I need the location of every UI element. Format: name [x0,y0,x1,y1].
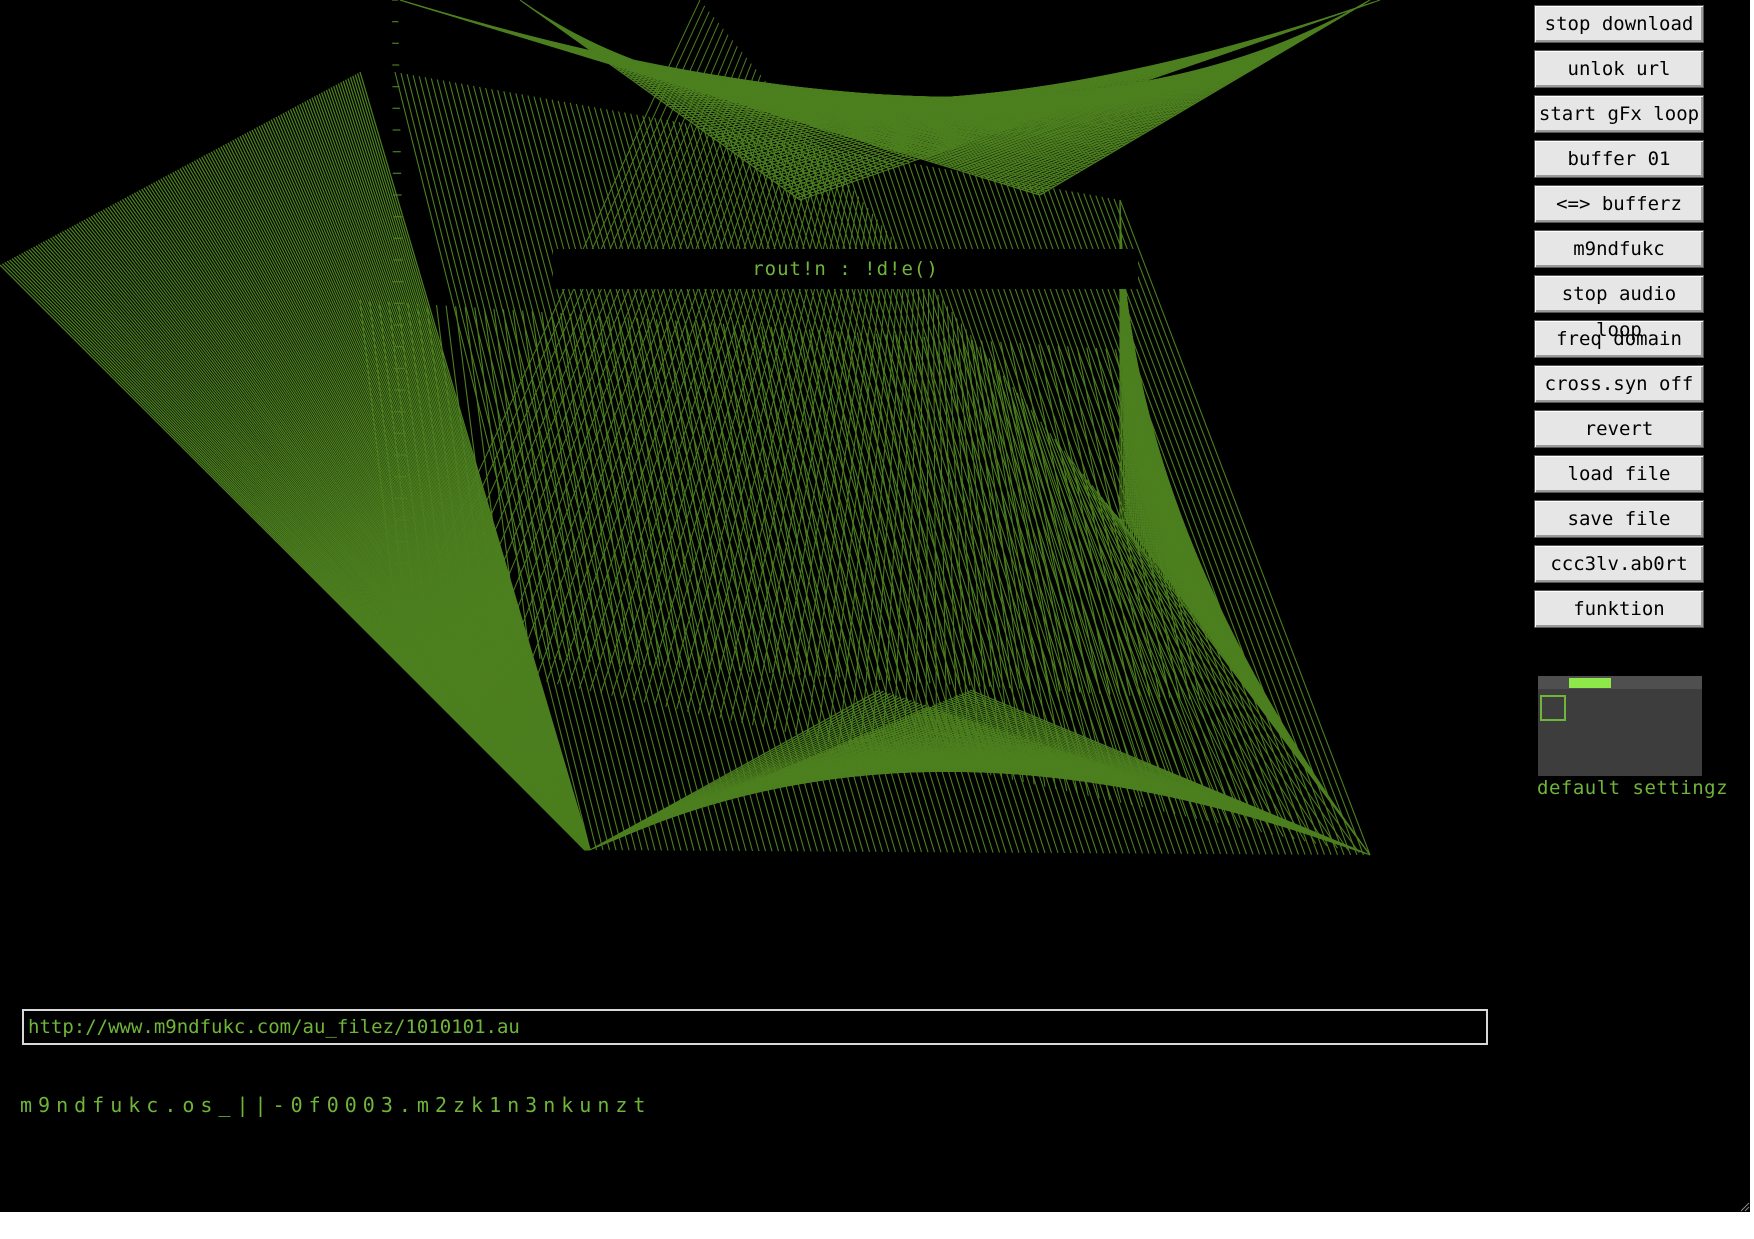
stop-audio-loop-button[interactable]: stop audio loop [1534,275,1704,341]
footer-signature: m9ndfukc.os_||-0f0003.m2zk1n3nkunzt [20,1093,652,1117]
revert-button[interactable]: revert [1534,410,1704,448]
settings-slider-thumb[interactable] [1569,678,1611,688]
buffer-button[interactable]: buffer 01 [1534,140,1704,178]
settings-panel [1538,676,1702,776]
cross-syn-button[interactable]: cross.syn off [1534,365,1704,403]
funktion-button[interactable]: funktion [1534,590,1704,628]
unlok-url-button[interactable]: unlok url [1534,50,1704,88]
resize-grip-icon[interactable] [1736,1198,1750,1212]
save-file-button[interactable]: save file [1534,500,1704,538]
start-gfx-loop-button[interactable]: start gFx loop [1534,95,1704,133]
m9ndfukc-button[interactable]: m9ndfukc [1534,230,1704,268]
settings-checkbox[interactable] [1540,695,1566,721]
stop-download-button[interactable]: stop download [1534,5,1704,43]
freq-domain-button[interactable]: freq domain [1534,320,1704,358]
swap-bufferz-button[interactable]: <=> bufferz [1534,185,1704,223]
control-panel: stop download unlok url start gFx loop b… [1534,5,1706,635]
settings-slider-track[interactable] [1538,676,1702,689]
url-input[interactable] [22,1009,1488,1045]
load-file-button[interactable]: load file [1534,455,1704,493]
status-text: rout!n : !d!e() [553,249,1138,289]
abort-button[interactable]: ccc3lv.ab0rt [1534,545,1704,583]
default-settings-link[interactable]: default settingz [1537,777,1728,799]
app-window: rout!n : !d!e() stop download unlok url … [0,0,1750,1212]
